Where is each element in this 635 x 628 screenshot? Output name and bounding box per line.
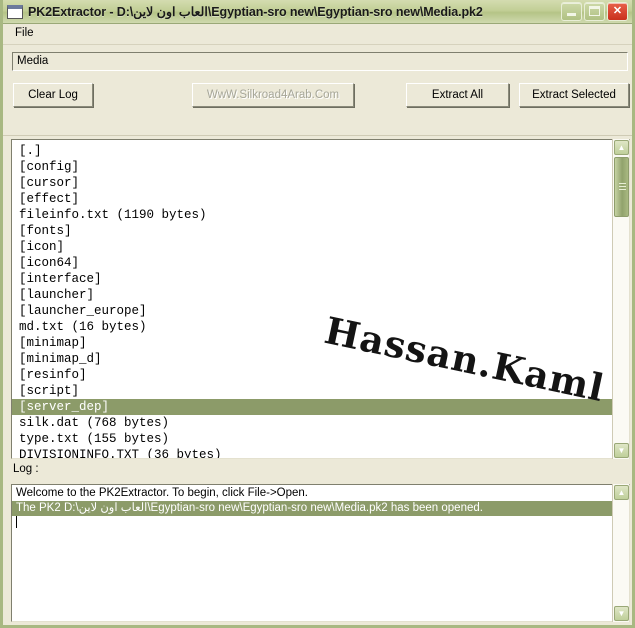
file-list-item[interactable]: [launcher_europe] <box>12 303 612 319</box>
silkroad4arab-site-button: WwW.Silkroad4Arab.Com <box>192 83 354 107</box>
minimize-button[interactable] <box>561 2 582 21</box>
minimize-icon <box>567 13 576 16</box>
file-list-item[interactable]: [interface] <box>12 271 612 287</box>
log-scroll-down-arrow-icon[interactable]: ▼ <box>614 606 629 621</box>
extract-all-button[interactable]: Extract All <box>406 83 509 107</box>
file-list-item[interactable]: fileinfo.txt (1190 bytes) <box>12 207 612 223</box>
close-icon: ✕ <box>612 5 623 17</box>
toolbar-area: Media Clear Log WwW.Silkroad4Arab.Com Ex… <box>3 45 632 136</box>
file-list: [.] [config] [cursor] [effect] fileinfo.txt … <box>12 143 612 458</box>
maximize-icon <box>589 6 600 16</box>
log-line: Welcome to the PK2Extractor. To begin, c… <box>16 487 309 499</box>
file-list-item[interactable]: [server_dep] <box>12 399 612 415</box>
archive-path-input[interactable]: Media <box>12 52 628 71</box>
file-list-item[interactable]: [minimap_d] <box>12 351 612 367</box>
file-list-scrollbar[interactable]: ▲ ▼ <box>612 139 629 459</box>
file-list-item[interactable]: silk.dat (768 bytes) <box>12 415 612 431</box>
file-list-item[interactable]: [cursor] <box>12 175 612 191</box>
window-title: PK2Extractor - D:\العاب اون لاين\Egyptia… <box>28 5 483 19</box>
maximize-button[interactable] <box>584 2 605 21</box>
file-list-item[interactable]: [effect] <box>12 191 612 207</box>
file-list-item[interactable]: type.txt (155 bytes) <box>12 431 612 447</box>
log-label: Log : <box>13 463 39 475</box>
file-list-item[interactable]: md.txt (16 bytes) <box>12 319 612 335</box>
clear-log-button[interactable]: Clear Log <box>13 83 93 107</box>
log-panel[interactable]: Welcome to the PK2Extractor. To begin, c… <box>11 484 630 622</box>
menu-bar: File <box>3 24 632 45</box>
file-list-item[interactable]: [fonts] <box>12 223 612 239</box>
pk2extractor-window: PK2Extractor - D:\العاب اون لاين\Egyptia… <box>0 0 635 628</box>
file-list-item[interactable]: [resinfo] <box>12 367 612 383</box>
title-bar[interactable]: PK2Extractor - D:\العاب اون لاين\Egyptia… <box>3 0 632 24</box>
menu-item-file[interactable]: File <box>9 26 40 42</box>
scroll-up-arrow-icon[interactable]: ▲ <box>614 140 629 155</box>
log-text-caret <box>16 516 17 528</box>
file-list-panel[interactable]: [.] [config] [cursor] [effect] fileinfo.txt … <box>11 139 630 459</box>
file-list-item[interactable]: [.] <box>12 143 612 159</box>
log-scroll-up-arrow-icon[interactable]: ▲ <box>614 485 629 500</box>
log-scrollbar[interactable]: ▲ ▼ <box>612 484 629 622</box>
file-list-item[interactable]: [icon64] <box>12 255 612 271</box>
file-list-item[interactable]: [minimap] <box>12 335 612 351</box>
file-list-item[interactable]: [icon] <box>12 239 612 255</box>
file-list-scrollbar-thumb[interactable] <box>614 157 629 217</box>
log-lines: Welcome to the PK2Extractor. To begin, c… <box>12 486 612 516</box>
file-list-item[interactable]: [config] <box>12 159 612 175</box>
file-list-item[interactable]: [launcher] <box>12 287 612 303</box>
close-button[interactable]: ✕ <box>607 2 628 21</box>
application-window-icon <box>7 4 23 19</box>
log-line: The PK2 D:\العاب اون لاين\Egyptian-sro n… <box>12 501 612 516</box>
scroll-down-arrow-icon[interactable]: ▼ <box>614 443 629 458</box>
scrollbar-grip-icon <box>619 183 626 191</box>
file-list-item[interactable]: DIVISIONINFO.TXT (36 bytes) <box>12 447 612 458</box>
file-list-item[interactable]: [script] <box>12 383 612 399</box>
extract-selected-button[interactable]: Extract Selected <box>519 83 629 107</box>
